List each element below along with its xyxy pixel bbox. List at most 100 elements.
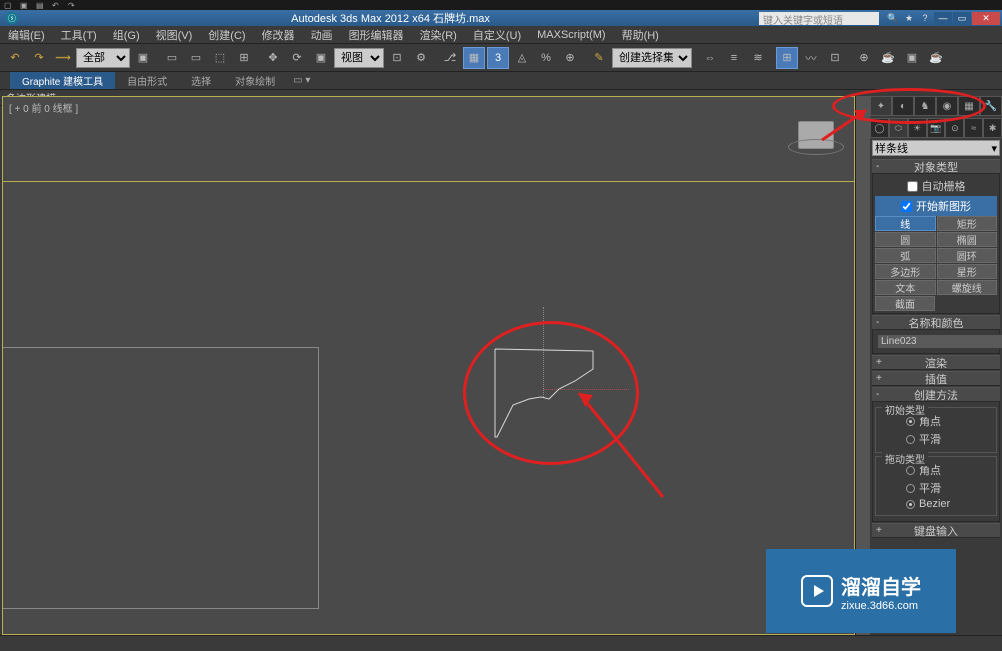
startnew-checkbox[interactable] xyxy=(901,201,912,212)
rollout-keyboard[interactable]: + 键盘输入 xyxy=(872,523,1000,538)
redo-icon[interactable]: ↷ xyxy=(28,47,50,69)
text-button[interactable]: 文本 xyxy=(875,280,936,295)
schematic-icon[interactable]: ⊡ xyxy=(824,47,846,69)
keymode-icon[interactable]: ⎇ xyxy=(439,47,461,69)
menu-edit[interactable]: 编辑(E) xyxy=(0,26,53,43)
rotate-icon[interactable]: ⟳ xyxy=(286,47,308,69)
graphite-toggle-icon[interactable]: ⊞ xyxy=(776,47,798,69)
drag-bezier-radio[interactable]: Bezier xyxy=(882,497,990,511)
subtab-spacewarps-icon[interactable]: ≈ xyxy=(964,118,983,138)
close-button[interactable]: ✕ xyxy=(972,12,1000,25)
mirror-icon[interactable]: ⇔ xyxy=(699,47,721,69)
initial-smooth-radio[interactable]: 平滑 xyxy=(882,430,990,448)
donut-button[interactable]: 圆环 xyxy=(937,248,998,263)
tab-objectpaint[interactable]: 对象绘制 xyxy=(223,72,287,89)
tab-selection[interactable]: 选择 xyxy=(179,72,223,89)
qa-redo-icon[interactable]: ↷ xyxy=(68,1,78,9)
select-name-icon[interactable]: ▭ xyxy=(185,47,207,69)
subtab-systems-icon[interactable]: ✱ xyxy=(983,118,1002,138)
named-selset-select[interactable]: 创建选择集 xyxy=(612,48,692,68)
category-dropdown-label: 样条线 xyxy=(875,140,908,156)
rollout-name-color[interactable]: - 名称和颜色 xyxy=(872,315,1000,330)
select-filter-icon[interactable]: ▣ xyxy=(132,47,154,69)
menu-create[interactable]: 创建(C) xyxy=(200,26,253,43)
viewport-label[interactable]: [ + 0 前 0 线框 ] xyxy=(9,100,78,115)
menu-group[interactable]: 组(G) xyxy=(105,26,148,43)
scale-icon[interactable]: ▣ xyxy=(310,47,332,69)
angle-snap-icon[interactable]: ◬ xyxy=(511,47,533,69)
menu-maxscript[interactable]: MAXScript(M) xyxy=(529,26,613,43)
qa-save-icon[interactable]: ▤ xyxy=(36,1,46,9)
startnew-label: 开始新图形 xyxy=(916,198,971,214)
circle-button[interactable]: 圆 xyxy=(875,232,936,247)
watermark-play-icon xyxy=(801,575,833,607)
spinner-snap-icon[interactable]: ⊕ xyxy=(559,47,581,69)
menu-tools[interactable]: 工具(T) xyxy=(53,26,105,43)
render-icon[interactable]: ☕ xyxy=(925,47,947,69)
layers-icon[interactable]: ≋ xyxy=(747,47,769,69)
material-editor-icon[interactable]: ⊕ xyxy=(853,47,875,69)
select-icon[interactable]: ▭ xyxy=(161,47,183,69)
render-setup-icon[interactable]: ☕ xyxy=(877,47,899,69)
menu-grapheditors[interactable]: 图形编辑器 xyxy=(341,26,412,43)
tab-freeform[interactable]: 自由形式 xyxy=(115,72,179,89)
arc-button[interactable]: 弧 xyxy=(875,248,936,263)
snap-3-icon[interactable]: 3 xyxy=(487,47,509,69)
qa-new-icon[interactable]: ▢ xyxy=(4,1,14,9)
menu-animation[interactable]: 动画 xyxy=(303,26,341,43)
tab-graphite[interactable]: Graphite 建模工具 xyxy=(10,72,115,89)
qa-open-icon[interactable]: ▣ xyxy=(20,1,30,9)
viewcube-ring[interactable] xyxy=(788,139,844,155)
search-icon[interactable]: 🔍 xyxy=(886,12,900,25)
manip-icon[interactable]: ⚙ xyxy=(410,47,432,69)
star-button[interactable]: 星形 xyxy=(937,264,998,279)
app-icon[interactable]: ⓢ xyxy=(6,12,18,24)
annotation-ellipse-panel xyxy=(832,88,986,124)
rollout-render[interactable]: + 渲染 xyxy=(872,355,1000,370)
menu-view[interactable]: 视图(V) xyxy=(148,26,201,43)
menu-customize[interactable]: 自定义(U) xyxy=(465,26,529,43)
maximize-button[interactable]: ▭ xyxy=(953,12,971,25)
autogrid-checkbox[interactable] xyxy=(907,181,918,192)
ellipse-button[interactable]: 椭圆 xyxy=(937,232,998,247)
category-dropdown[interactable]: 样条线▾ xyxy=(872,140,1000,156)
object-name-input[interactable] xyxy=(877,334,1002,349)
drag-smooth-radio[interactable]: 平滑 xyxy=(882,479,990,497)
layer-select[interactable]: 全部 xyxy=(76,48,130,68)
section-button[interactable]: 截面 xyxy=(875,296,935,311)
minus-icon: - xyxy=(876,317,879,328)
rollout-object-type[interactable]: - 对象类型 xyxy=(872,159,1000,174)
snap-toggle-icon[interactable]: ▦ xyxy=(463,47,485,69)
qa-undo-icon[interactable]: ↶ xyxy=(52,1,62,9)
rectangle-button[interactable]: 矩形 xyxy=(937,216,998,231)
search-input[interactable]: 键入关键字或短语 xyxy=(759,12,879,25)
refcoord-select[interactable]: 视图 xyxy=(334,48,384,68)
star-icon[interactable]: ★ xyxy=(902,12,916,25)
minus-icon: - xyxy=(876,389,879,400)
viewport[interactable]: [ + 0 前 0 线框 ] xyxy=(2,96,855,635)
move-icon[interactable]: ✥ xyxy=(262,47,284,69)
plus-icon: + xyxy=(876,357,882,368)
window-cross-icon[interactable]: ⊞ xyxy=(233,47,255,69)
ribbon-tabs: Graphite 建模工具 自由形式 选择 对象绘制 ▭ ▾ xyxy=(0,72,1002,90)
edit-named-icon[interactable]: ✎ xyxy=(588,47,610,69)
select-region-icon[interactable]: ⬚ xyxy=(209,47,231,69)
pivot-icon[interactable]: ⊡ xyxy=(386,47,408,69)
menu-modifiers[interactable]: 修改器 xyxy=(254,26,303,43)
line-button[interactable]: 线 xyxy=(875,216,936,231)
curve-editor-icon[interactable]: 〰 xyxy=(800,47,822,69)
rollout-interp[interactable]: + 插值 xyxy=(872,371,1000,386)
render-frame-icon[interactable]: ▣ xyxy=(901,47,923,69)
undo-icon[interactable]: ↶ xyxy=(4,47,26,69)
minimize-button[interactable]: — xyxy=(934,12,952,25)
rollout-create-method[interactable]: - 创建方法 xyxy=(872,387,1000,402)
ngon-button[interactable]: 多边形 xyxy=(875,264,936,279)
link-icon[interactable]: ⟿ xyxy=(52,47,74,69)
align-icon[interactable]: ≡ xyxy=(723,47,745,69)
menu-help[interactable]: 帮助(H) xyxy=(614,26,667,43)
help-icon[interactable]: ? xyxy=(918,12,932,25)
percent-snap-icon[interactable]: % xyxy=(535,47,557,69)
ribbon-expand-icon[interactable]: ▭ ▾ xyxy=(287,72,316,89)
menu-render[interactable]: 渲染(R) xyxy=(412,26,465,43)
helix-button[interactable]: 螺旋线 xyxy=(937,280,998,295)
